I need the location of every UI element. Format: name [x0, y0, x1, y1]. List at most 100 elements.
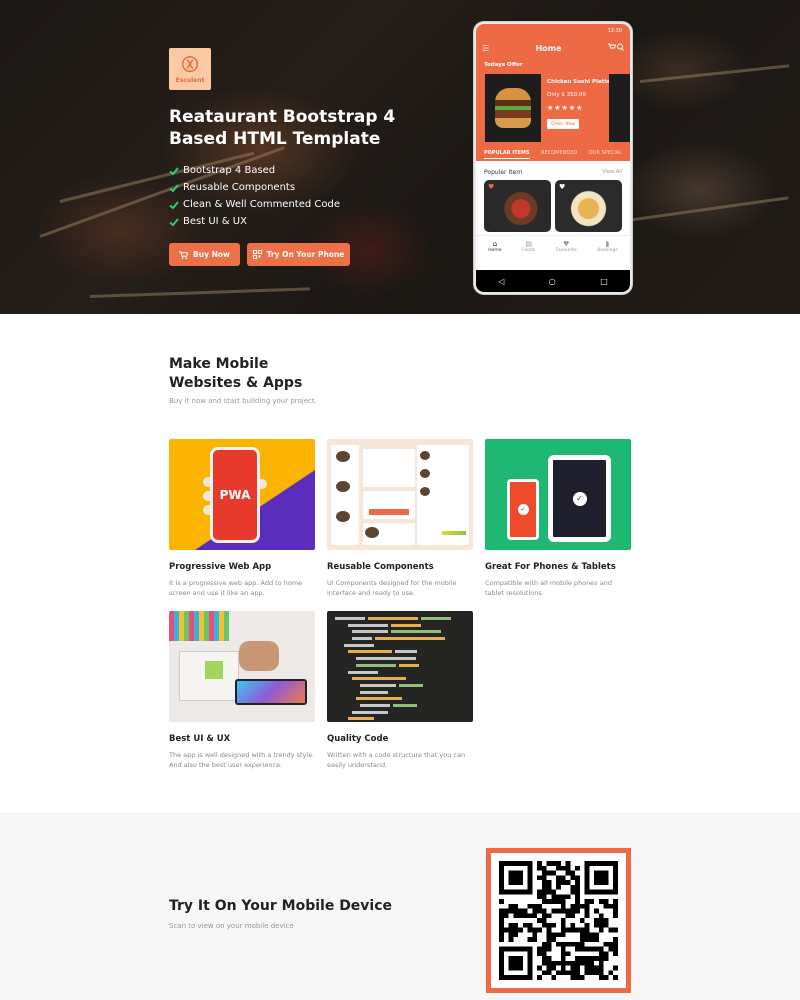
qr-section — [0, 812, 800, 1000]
card-description: It is a progressive web app. Add to home… — [169, 579, 303, 597]
card-description: UI Components designed for the mobile in… — [327, 579, 457, 597]
phone-status-bar: 12:30 — [476, 24, 630, 38]
bookmark-icon: ▮ — [605, 240, 610, 248]
check-icon — [169, 166, 179, 175]
card-description: Compatible with all mobile phones and ta… — [485, 579, 612, 597]
home-circle-icon[interactable]: ○ — [549, 277, 556, 286]
feature-card: ✓ ✓ Great For Phones & Tablets Compatibl… — [485, 439, 631, 598]
food-card[interactable]: ♥ — [484, 180, 551, 232]
buy-now-label: Buy Now — [193, 250, 230, 259]
nav-favourite[interactable]: ♥ Favourite — [556, 240, 577, 253]
phone-header: ☰ Home — [476, 38, 630, 58]
feature-item: Best UI & UX — [169, 213, 340, 230]
brand-logo[interactable]: Esculent — [169, 48, 211, 90]
heart-icon[interactable]: ♥ — [559, 183, 565, 191]
qr-section-subtitle: Scan to view on your mobile device — [169, 922, 294, 930]
section-title: Make Mobile Websites & Apps — [169, 355, 302, 393]
phone-bottom-nav: ⌂ Home ▤ Foods ♥ Favourite ▮ Bookings — [476, 235, 630, 253]
order-now-button[interactable]: Order Now — [547, 119, 579, 129]
pwa-illustration: PWA — [169, 439, 315, 550]
rating-stars: ★★★★★ — [547, 104, 584, 112]
qr-section-title: Try It On Your Mobile Device — [169, 898, 393, 914]
card-title: Progressive Web App — [169, 562, 272, 572]
feature-item: Bootstrap 4 Based — [169, 162, 340, 179]
qr-code-icon — [499, 861, 618, 980]
home-icon: ⌂ — [492, 240, 498, 248]
heart-icon: ♥ — [563, 240, 570, 248]
nav-label: Foods — [522, 248, 536, 253]
tab-popular-items[interactable]: POPULAR ITEMS — [484, 150, 530, 159]
check-icon: ✓ — [517, 504, 529, 515]
feature-item: Reusable Components — [169, 179, 340, 196]
feature-text: Best UI & UX — [183, 216, 247, 227]
burger-image — [485, 74, 541, 142]
feature-text: Clean & Well Commented Code — [183, 199, 340, 210]
qr-code-icon — [252, 250, 262, 259]
food-icon: ▤ — [525, 240, 532, 248]
check-icon: ✓ — [572, 491, 587, 506]
tablet-graphic: ✓ — [548, 455, 611, 542]
todays-offer-banner: Todays Offer Chicken Sushi Platter. Only… — [476, 58, 630, 161]
feature-text: Reusable Components — [183, 182, 296, 193]
try-on-phone-label: Try On Your Phone — [266, 250, 345, 259]
phone-mockup: 12:30 ☰ Home Todays Offer Chicken Sushi … — [474, 22, 632, 294]
ui-design-photo — [169, 611, 315, 722]
cart-icon — [179, 250, 189, 259]
popular-label: Populer Item — [484, 169, 523, 176]
check-icon — [169, 200, 179, 209]
check-icon — [169, 217, 179, 226]
tab-recommended[interactable]: RECOMENDED — [541, 150, 577, 159]
cart-icon[interactable] — [608, 43, 624, 51]
popular-items: ♥ ♥ — [476, 176, 630, 232]
phone-graphic: ✓ — [507, 479, 539, 540]
next-offer-card — [609, 74, 630, 142]
card-description: The app is well designed with a trendy s… — [169, 751, 315, 769]
hero-section: Esculent Reataurant Bootstrap 4 Based HT… — [0, 0, 800, 314]
section-title-line: Make Mobile — [169, 356, 269, 372]
section-subtitle: Buy it now and start building your proje… — [169, 397, 317, 405]
card-title: Quality Code — [327, 734, 389, 744]
try-on-phone-button[interactable]: Try On Your Phone — [247, 243, 350, 266]
back-icon[interactable]: ◁ — [498, 277, 504, 286]
nav-label: Favourite — [555, 248, 577, 253]
phone-header-title: Home — [535, 43, 562, 53]
qr-code[interactable] — [486, 848, 631, 993]
heart-icon[interactable]: ♥ — [488, 183, 494, 191]
pwa-badge-text: PWA — [219, 488, 251, 502]
food-card[interactable]: ♥ — [555, 180, 622, 232]
offer-label: Todays Offer — [484, 62, 523, 68]
phone-tabs: POPULAR ITEMS RECOMENDED OUR SPECIAL — [476, 150, 630, 159]
buy-now-button[interactable]: Buy Now — [169, 243, 240, 266]
recents-icon[interactable]: □ — [600, 277, 608, 286]
status-time: 12:30 — [607, 28, 622, 34]
tab-our-special[interactable]: OUR SPECIAL — [589, 150, 622, 159]
cart-search-icons[interactable] — [608, 43, 624, 53]
offer-price: Only $ 350.00 — [547, 92, 586, 98]
feature-item: Clean & Well Commented Code — [169, 196, 340, 213]
nav-label: Home — [488, 248, 502, 253]
feature-card: Best UI & UX The app is well designed wi… — [169, 611, 315, 770]
phone-system-nav: ◁ ○ □ — [476, 270, 630, 292]
feature-list: Bootstrap 4 Based Reusable Components Cl… — [169, 162, 340, 230]
nav-bookings[interactable]: ▮ Bookings — [597, 240, 618, 253]
feature-card: PWA Progressive Web App It is a progress… — [169, 439, 315, 598]
nav-foods[interactable]: ▤ Foods — [522, 240, 535, 253]
card-title: Reusable Components — [327, 562, 434, 572]
card-title: Best UI & UX — [169, 734, 231, 744]
nav-label: Bookings — [597, 248, 618, 253]
view-all-link[interactable]: View All — [602, 169, 622, 176]
menu-icon[interactable]: ☰ — [482, 44, 489, 53]
devices-illustration: ✓ ✓ — [485, 439, 631, 550]
pwa-badge: PWA — [210, 447, 260, 543]
fork-spoon-icon — [181, 56, 199, 73]
feature-card: Reusable Components UI Components design… — [327, 439, 473, 598]
feature-text: Bootstrap 4 Based — [183, 165, 276, 176]
components-illustration — [327, 439, 473, 550]
offer-name: Chicken Sushi Platter. — [547, 79, 615, 85]
feature-card: Quality Code Written with a code structu… — [327, 611, 473, 770]
popular-header: Populer Item View All — [476, 161, 630, 176]
nav-home[interactable]: ⌂ Home — [488, 240, 501, 253]
code-screenshot — [327, 611, 473, 722]
logo-text: Esculent — [175, 77, 205, 84]
hero-title: Reataurant Bootstrap 4 Based HTML Templa… — [169, 107, 396, 149]
